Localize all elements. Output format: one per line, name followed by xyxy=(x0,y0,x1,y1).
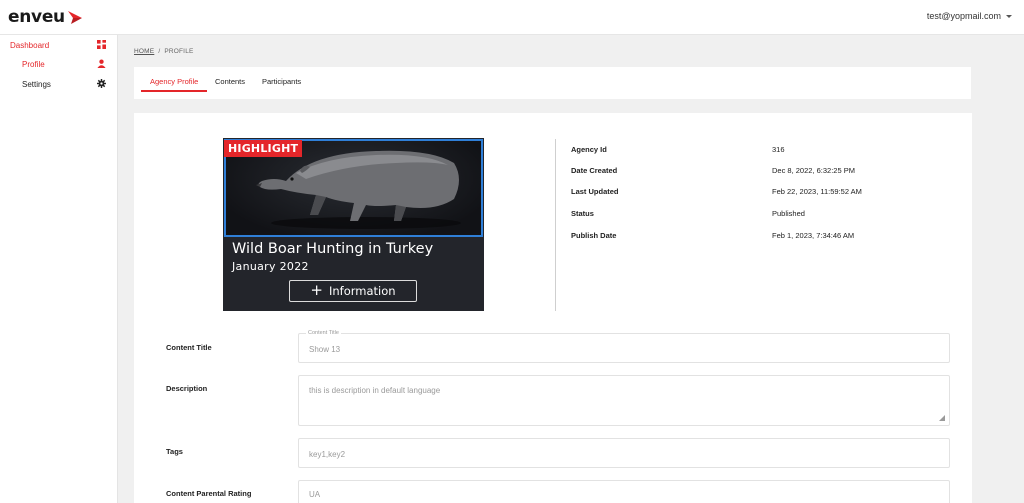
detail-value-last-updated: Feb 22, 2023, 11:59:52 AM xyxy=(772,187,862,196)
breadcrumb: HOME / PROFILE xyxy=(134,48,194,55)
parental-rating-field[interactable]: UA xyxy=(298,480,950,503)
user-menu[interactable]: test@yopmail.com xyxy=(927,11,1012,21)
plus-icon: + xyxy=(310,280,323,299)
detail-label-last-updated: Last Updated xyxy=(571,187,619,196)
sidebar-item-profile[interactable]: Profile xyxy=(0,56,118,72)
sidebar-item-label: Settings xyxy=(22,79,51,89)
detail-value-agency-id: 316 xyxy=(772,145,785,154)
sidebar-item-settings[interactable]: Settings xyxy=(0,76,118,92)
gear-icon xyxy=(97,79,106,88)
detail-value-date-created: Dec 8, 2022, 6:32:25 PM xyxy=(772,166,855,175)
logo-mark-icon xyxy=(67,11,82,24)
top-bar: enveu test@yopmail.com xyxy=(0,0,1024,35)
detail-label-status: Status xyxy=(571,209,594,218)
tags-label: Tags xyxy=(166,447,183,456)
user-profile-icon xyxy=(97,59,106,68)
detail-label-agency-id: Agency Id xyxy=(571,145,607,154)
content-title-label: Content Title xyxy=(166,343,212,352)
description-textarea[interactable]: this is description in default language xyxy=(298,375,950,426)
information-button[interactable]: + Information xyxy=(289,280,417,302)
tab-contents[interactable]: Contents xyxy=(215,77,245,86)
description-value: this is description in default language xyxy=(309,386,441,395)
detail-value-publish-date: Feb 1, 2023, 7:34:46 AM xyxy=(772,231,855,240)
tab-agency-profile[interactable]: Agency Profile xyxy=(150,77,198,86)
highlight-badge: HIGHLIGHT xyxy=(224,140,303,157)
content-title-field[interactable]: Show 13 xyxy=(298,333,950,363)
tags-field[interactable]: key1,key2 xyxy=(298,438,950,468)
breadcrumb-home-link[interactable]: HOME xyxy=(134,48,154,55)
active-tab-indicator xyxy=(141,90,207,92)
tags-value: key1,key2 xyxy=(309,450,346,459)
dashboard-grid-icon xyxy=(97,40,106,49)
detail-label-date-created: Date Created xyxy=(571,166,618,175)
content-title-floating-label: Content Title xyxy=(306,330,341,336)
sidebar-item-dashboard[interactable]: Dashboard xyxy=(0,37,118,53)
breadcrumb-current: PROFILE xyxy=(164,48,194,55)
tab-participants[interactable]: Participants xyxy=(262,77,301,86)
detail-label-publish-date: Publish Date xyxy=(571,231,617,240)
breadcrumb-separator: / xyxy=(158,48,161,55)
vertical-divider xyxy=(555,139,556,311)
logo-text: enveu xyxy=(8,7,65,27)
content-title-value: Show 13 xyxy=(309,345,341,354)
content-title-heading: Wild Boar Hunting in Turkey xyxy=(232,241,434,257)
sidebar-item-label: Dashboard xyxy=(10,40,50,50)
enveu-logo[interactable]: enveu xyxy=(8,7,83,27)
content-date-subtitle: January 2022 xyxy=(232,260,309,273)
information-button-label: Information xyxy=(329,284,396,298)
detail-value-status: Published xyxy=(772,209,805,218)
user-email: test@yopmail.com xyxy=(926,11,1001,21)
parental-rating-label: Content Parental Rating xyxy=(166,489,252,498)
sidebar: Dashboard Profile Settings xyxy=(0,35,118,503)
chevron-down-icon xyxy=(1006,14,1012,18)
resize-handle-icon[interactable] xyxy=(939,415,945,421)
description-label: Description xyxy=(166,384,208,393)
tabs-panel: Agency Profile Contents Participants xyxy=(134,67,971,99)
sidebar-item-label: Profile xyxy=(22,59,45,69)
parental-rating-value: UA xyxy=(309,490,321,499)
